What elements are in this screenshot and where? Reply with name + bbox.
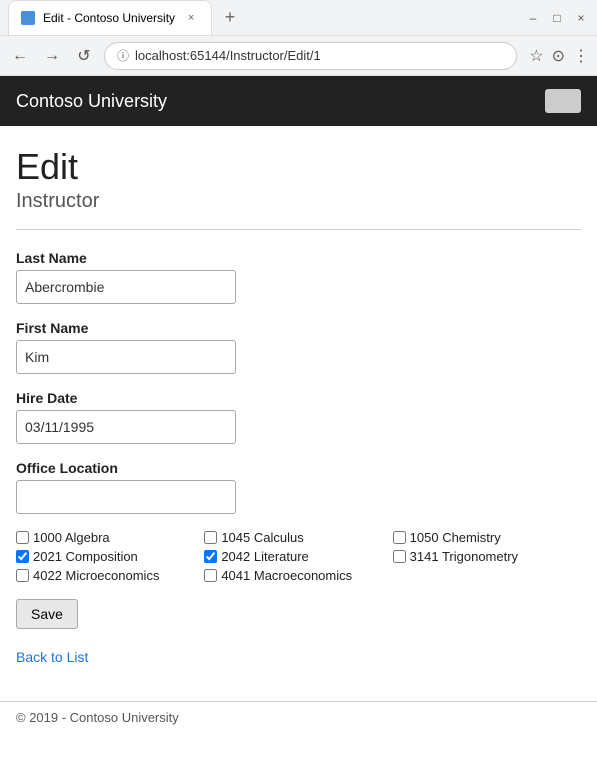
- nav-refresh-button[interactable]: ↺: [72, 44, 96, 68]
- app-title: Contoso University: [16, 91, 167, 112]
- page-subtitle: Instructor: [16, 190, 581, 213]
- first-name-input[interactable]: [16, 340, 236, 374]
- page-heading: Edit: [16, 146, 581, 188]
- last-name-label: Last Name: [16, 250, 581, 266]
- hire-date-label: Hire Date: [16, 390, 581, 406]
- office-location-input[interactable]: [16, 480, 236, 514]
- menu-icon[interactable]: ⋮: [573, 46, 589, 66]
- hire-date-input[interactable]: [16, 410, 236, 444]
- tab-close-button[interactable]: ×: [183, 10, 199, 26]
- lock-icon: ⓘ: [117, 47, 129, 64]
- course-label: 4022 Microeconomics: [33, 568, 159, 583]
- first-name-group: First Name: [16, 320, 581, 374]
- nav-forward-button[interactable]: →: [40, 44, 64, 68]
- section-divider: [16, 229, 581, 230]
- course-label: 4041 Macroeconomics: [221, 568, 352, 583]
- course-label: 2042 Literature: [221, 549, 308, 564]
- list-item: 3141 Trigonometry: [393, 549, 581, 564]
- course-checkbox-4041[interactable]: [204, 569, 217, 582]
- window-minimize-button[interactable]: –: [525, 11, 541, 25]
- course-checkbox-1050[interactable]: [393, 531, 406, 544]
- header-button[interactable]: [545, 89, 581, 113]
- course-checkbox-2021[interactable]: [16, 550, 29, 563]
- browser-addressbar: ← → ↺ ⓘ localhost:65144/Instructor/Edit/…: [0, 36, 597, 76]
- office-location-group: Office Location: [16, 460, 581, 514]
- course-label: 1050 Chemistry: [410, 530, 501, 545]
- list-item: 1000 Algebra: [16, 530, 204, 545]
- footer: © 2019 - Contoso University: [0, 710, 597, 737]
- app-header: Contoso University: [0, 76, 597, 126]
- main-content: Edit Instructor Last Name First Name Hir…: [0, 126, 597, 685]
- course-checkbox-1045[interactable]: [204, 531, 217, 544]
- account-icon[interactable]: ⊙: [552, 46, 565, 66]
- browser-titlebar: Edit - Contoso University × + – □ ×: [0, 0, 597, 36]
- list-item: 4041 Macroeconomics: [204, 568, 392, 583]
- copyright-text: © 2019 - Contoso University: [16, 710, 179, 725]
- window-maximize-button[interactable]: □: [549, 11, 565, 25]
- save-button[interactable]: Save: [16, 599, 78, 629]
- address-bar[interactable]: ⓘ localhost:65144/Instructor/Edit/1: [104, 42, 517, 70]
- list-item: 1045 Calculus: [204, 530, 392, 545]
- back-to-list-link[interactable]: Back to List: [16, 649, 88, 665]
- hire-date-group: Hire Date: [16, 390, 581, 444]
- course-checkbox-1000[interactable]: [16, 531, 29, 544]
- list-item: 1050 Chemistry: [393, 530, 581, 545]
- course-label: 1000 Algebra: [33, 530, 110, 545]
- window-close-button[interactable]: ×: [573, 11, 589, 25]
- course-checkbox-2042[interactable]: [204, 550, 217, 563]
- tab-title: Edit - Contoso University: [43, 11, 175, 25]
- course-checkbox-3141[interactable]: [393, 550, 406, 563]
- new-tab-button[interactable]: +: [216, 4, 244, 32]
- nav-back-button[interactable]: ←: [8, 44, 32, 68]
- list-item: 4022 Microeconomics: [16, 568, 204, 583]
- address-icons: ☆ ⊙ ⋮: [529, 46, 589, 66]
- bookmark-icon[interactable]: ☆: [529, 46, 543, 66]
- tab-favicon: [21, 11, 35, 25]
- active-tab[interactable]: Edit - Contoso University ×: [8, 0, 212, 35]
- course-label: 1045 Calculus: [221, 530, 303, 545]
- address-url: localhost:65144/Instructor/Edit/1: [135, 48, 321, 63]
- last-name-input[interactable]: [16, 270, 236, 304]
- window-controls: – □ ×: [525, 11, 589, 25]
- office-location-label: Office Location: [16, 460, 581, 476]
- courses-grid: 1000 Algebra 1045 Calculus 1050 Chemistry 2…: [16, 530, 581, 583]
- course-checkbox-4022[interactable]: [16, 569, 29, 582]
- footer-divider: [0, 701, 597, 702]
- course-label: 3141 Trigonometry: [410, 549, 518, 564]
- list-item: 2021 Composition: [16, 549, 204, 564]
- first-name-label: First Name: [16, 320, 581, 336]
- last-name-group: Last Name: [16, 250, 581, 304]
- list-item: 2042 Literature: [204, 549, 392, 564]
- course-label: 2021 Composition: [33, 549, 138, 564]
- tab-area: Edit - Contoso University × +: [8, 0, 525, 35]
